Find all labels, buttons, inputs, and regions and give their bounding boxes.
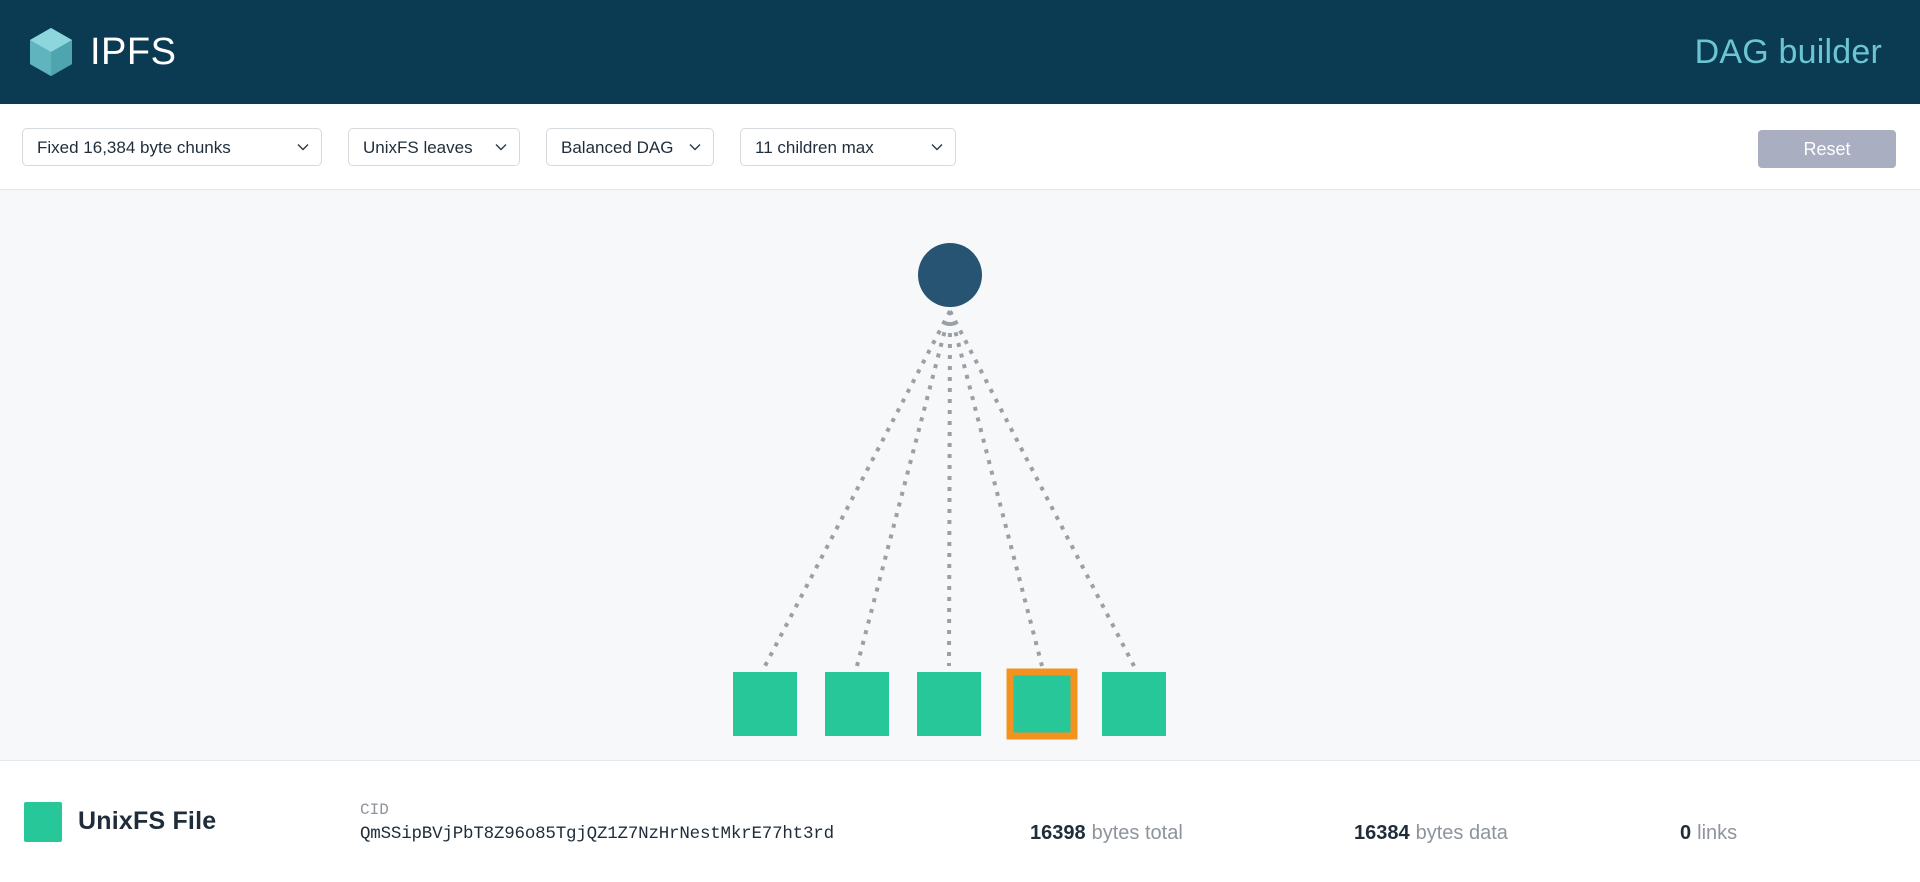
stat-bytes-data: 16384 bytes data [1354, 822, 1508, 845]
leaves-select-wrap: UnixFS leaves [348, 127, 520, 166]
detail-footer: UnixFS File CID QmSSipBVjPbT8Z96o85TgjQZ… [0, 760, 1920, 882]
leaf-node-selected[interactable] [1006, 668, 1078, 740]
leaf-node[interactable] [917, 672, 981, 736]
dag-links-group [763, 310, 1136, 667]
stat-links-label: links [1697, 821, 1738, 844]
dag-link [947, 310, 952, 667]
stat-bytes-data-label: bytes data [1415, 821, 1508, 844]
node-type-swatch [24, 801, 62, 842]
stat-links: 0 links [1680, 822, 1737, 845]
stat-links-value: 0 [1680, 821, 1692, 844]
stat-bytes-total-label: bytes total [1091, 821, 1183, 844]
leaf-node[interactable] [1102, 672, 1166, 736]
app-header: IPFS DAG builder [0, 0, 1920, 104]
chunker-select[interactable]: Fixed 16,384 byte chunks [22, 127, 322, 166]
cid-block: CID QmSSipBVjPbT8Z96o85TgjQZ1Z7NzHrNestM… [360, 799, 834, 845]
dag-link [855, 310, 952, 667]
brand[interactable]: IPFS [26, 26, 176, 78]
dag-link [948, 310, 1136, 667]
cid-value[interactable]: QmSSipBVjPbT8Z96o85TgjQZ1Z7NzHrNestMkrE7… [360, 823, 834, 845]
dag-link [948, 310, 1044, 667]
reset-button[interactable]: Reset [1758, 130, 1896, 168]
layout-select-wrap: Balanced DAG [546, 127, 714, 166]
layout-select[interactable]: Balanced DAG [546, 127, 714, 166]
dag-canvas[interactable] [0, 190, 1920, 760]
chunker-select-wrap: Fixed 16,384 byte chunks [22, 127, 322, 166]
ipfs-cube-icon [30, 28, 72, 76]
stat-bytes-total: 16398 bytes total [1030, 822, 1183, 845]
dag-builder-app: IPFS DAG builder Fixed 16,384 byte chunk… [0, 0, 1920, 882]
children-select-wrap: 11 children max [740, 127, 956, 166]
dag-link [763, 310, 952, 667]
page-title: DAG builder [1694, 33, 1882, 71]
children-max-select[interactable]: 11 children max [740, 127, 956, 166]
brand-name: IPFS [90, 31, 177, 73]
dag-graph [733, 243, 1166, 740]
node-type-label: UnixFS File [78, 807, 217, 835]
leaf-node[interactable] [825, 672, 889, 736]
stat-bytes-data-value: 16384 [1354, 821, 1410, 844]
leaves-select[interactable]: UnixFS leaves [348, 127, 520, 166]
stat-bytes-total-value: 16398 [1030, 821, 1086, 844]
toolbar: Fixed 16,384 byte chunks UnixFS leaves B… [0, 104, 1920, 190]
cid-caption: CID [360, 800, 389, 819]
root-node[interactable] [918, 243, 982, 307]
leaf-node[interactable] [733, 672, 797, 736]
node-type: UnixFS File [24, 801, 217, 842]
